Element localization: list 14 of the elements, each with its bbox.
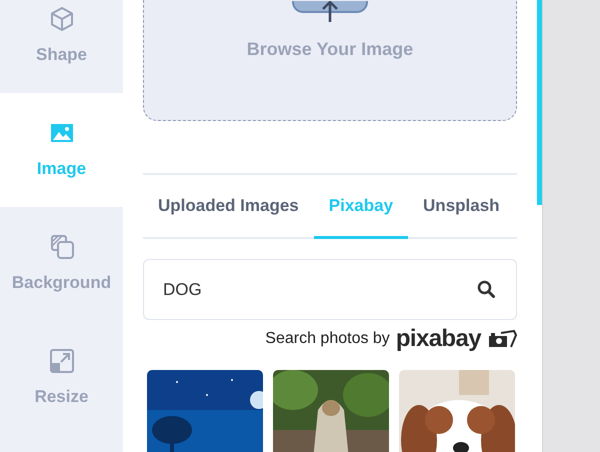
upload-cloud-icon <box>292 1 368 22</box>
upload-label: Browse Your Image <box>246 38 414 61</box>
sidebar-item[interactable]: Image <box>0 93 123 207</box>
resize-icon <box>48 346 76 375</box>
tab[interactable]: Pixabay <box>314 175 408 239</box>
upload-dropzone[interactable]: Browse Your Image <box>143 0 517 121</box>
scrollbar-thumb[interactable] <box>537 0 542 205</box>
search-icon[interactable] <box>477 280 495 298</box>
credit-text: Search photos by <box>265 329 390 349</box>
tab[interactable]: Unsplash <box>408 175 515 239</box>
tab[interactable]: Uploaded Images <box>143 175 314 239</box>
pixabay-logo[interactable]: pixabay <box>396 327 481 351</box>
search-field[interactable]: DOG <box>143 259 517 320</box>
camera-icon <box>487 329 517 349</box>
